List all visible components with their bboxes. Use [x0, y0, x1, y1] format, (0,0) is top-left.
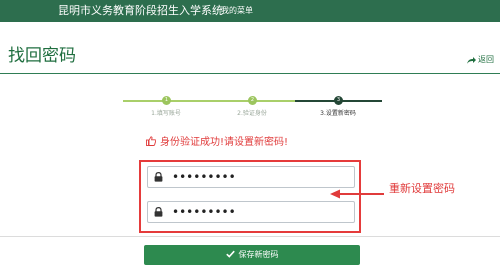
- new-password-value: •••••••••: [172, 170, 236, 184]
- title-divider: [0, 73, 500, 74]
- lock-icon: [148, 202, 168, 222]
- check-icon: [225, 250, 235, 261]
- app-title: 昆明市义务教育阶段招生入学系统: [58, 4, 223, 17]
- return-arrow-icon: [466, 56, 476, 65]
- success-message: 身份验证成功!请设置新密码!: [146, 136, 288, 150]
- page-title: 找回密码: [8, 46, 76, 66]
- thumbs-up-icon: [146, 136, 157, 150]
- step-label-2: 2.验证身份: [237, 110, 267, 117]
- annotation-arrow-icon: [330, 184, 386, 203]
- step-label-3: 3.设置新密码: [320, 110, 356, 117]
- confirm-password-value: •••••••••: [172, 205, 236, 219]
- step-dot-1: 1: [162, 96, 171, 105]
- annotation-label: 重新设置密码: [389, 182, 455, 195]
- success-text: 身份验证成功!请设置新密码!: [160, 137, 289, 148]
- back-link[interactable]: 返回: [466, 55, 494, 65]
- save-label: 保存新密码: [238, 250, 279, 259]
- my-menu-link[interactable]: 我的菜单: [221, 6, 253, 16]
- back-label: 返回: [478, 55, 494, 64]
- lock-icon: [148, 167, 168, 187]
- new-password-field[interactable]: •••••••••: [147, 166, 355, 188]
- footer-divider: [0, 236, 500, 237]
- step-dot-3: 3: [334, 96, 343, 105]
- step-dot-2: 2: [248, 96, 257, 105]
- save-new-password-button[interactable]: 保存新密码: [144, 245, 360, 265]
- confirm-password-field[interactable]: •••••••••: [147, 201, 355, 223]
- top-bar: 昆明市义务教育阶段招生入学系统 我的菜单: [0, 0, 500, 22]
- step-label-1: 1.填写账号: [151, 110, 181, 117]
